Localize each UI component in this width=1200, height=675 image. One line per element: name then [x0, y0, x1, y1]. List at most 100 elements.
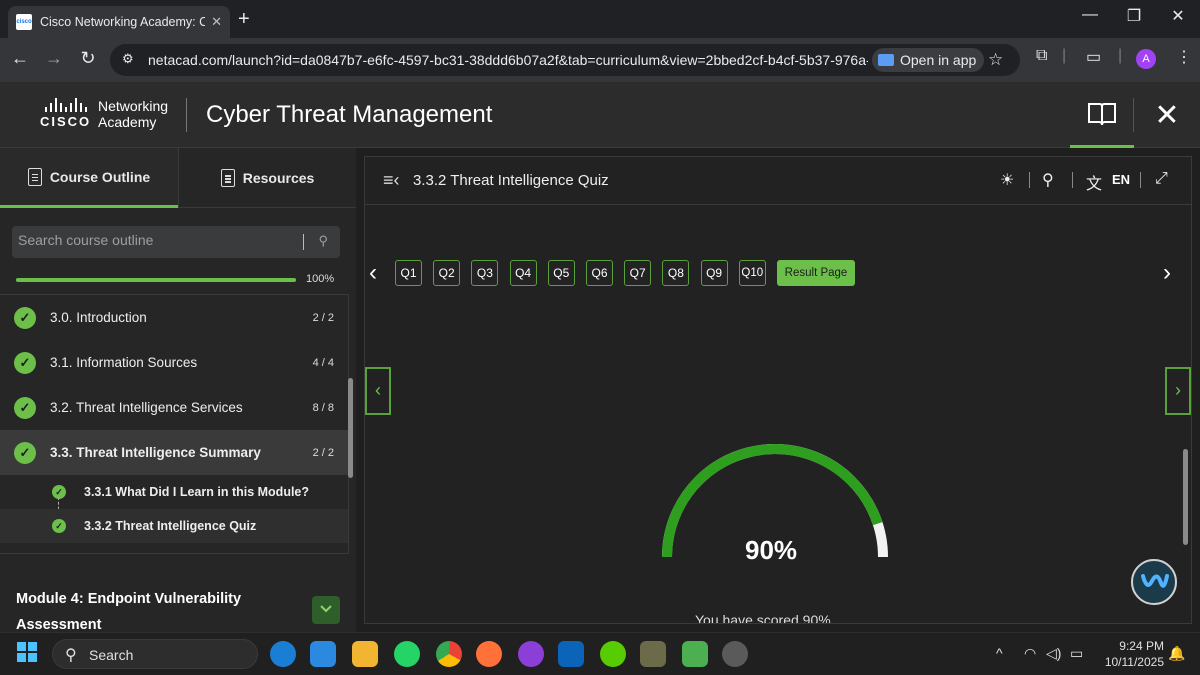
close-course-button[interactable]: ✕ [1134, 82, 1200, 148]
vscode-icon[interactable] [310, 641, 336, 667]
search-input[interactable] [18, 232, 288, 248]
url-text[interactable]: netacad.com/launch?id=da0847b7-e6fc-4597… [148, 52, 868, 68]
extensions-icon[interactable]: ⧉ [1036, 47, 1047, 65]
question-button-q2[interactable]: Q2 [433, 260, 461, 286]
check-icon: ✓ [52, 485, 66, 499]
tab-resources-label: Resources [242, 170, 315, 186]
outline-item-count: 2 / 2 [312, 446, 334, 459]
tab-close-icon[interactable]: ✕ [211, 14, 222, 30]
site-info-icon[interactable]: ⚙ [122, 51, 134, 67]
notification-bell-icon[interactable]: 🔔 [1168, 645, 1185, 662]
check-icon: ✓ [14, 306, 36, 329]
outline-item-3-0[interactable]: ✓ 3.0. Introduction 2 / 2 [0, 295, 348, 340]
language-selector[interactable]: EN [1112, 172, 1130, 187]
outline-item-count: 4 / 4 [312, 356, 334, 369]
whatsapp-icon[interactable] [394, 641, 420, 667]
question-button-q4[interactable]: Q4 [509, 260, 537, 286]
outline-subitem-3-3-1[interactable]: ✓ 3.3.1 What Did I Learn in this Module? [0, 475, 348, 519]
firefox-icon[interactable] [476, 641, 502, 667]
outline-subitem-3-3-2[interactable]: ✓ 3.3.2 Threat Intelligence Quiz [0, 509, 348, 543]
expand-module-button[interactable] [312, 596, 340, 624]
next-page-button[interactable]: › [1165, 367, 1191, 415]
duolingo-icon[interactable] [600, 641, 626, 667]
resources-icon [220, 169, 235, 187]
windows-start-icon[interactable] [16, 641, 42, 667]
webex-assistant-icon[interactable] [1131, 559, 1177, 605]
cast-icon[interactable]: ▭ [1086, 47, 1101, 67]
book-button[interactable] [1070, 82, 1134, 148]
tab-course-outline[interactable]: Course Outline [0, 148, 178, 208]
outline-search: ⚲ [12, 226, 340, 258]
question-button-q10[interactable]: Q10 [738, 260, 766, 286]
question-button-q3[interactable]: Q3 [471, 260, 499, 286]
check-icon: ✓ [14, 396, 36, 419]
minimize-button[interactable]: — [1068, 6, 1112, 24]
logo-line-1: Networking [98, 98, 169, 114]
progress-fill [16, 278, 296, 282]
score-value: 90% [745, 535, 798, 565]
tab-resources[interactable]: Resources [179, 148, 356, 208]
question-button-q9[interactable]: Q9 [700, 260, 728, 286]
content-scrollbar[interactable] [1183, 449, 1188, 545]
outline-list: ✓ 3.0. Introduction 2 / 2 ✓ 3.1. Informa… [0, 294, 348, 554]
lock-app-icon[interactable] [682, 641, 708, 667]
question-button-q1[interactable]: Q1 [395, 260, 422, 286]
taskbar-search[interactable]: ⚲ Search [52, 639, 258, 669]
bookmark-star-icon[interactable]: ☆ [988, 50, 1003, 70]
chrome-icon[interactable] [436, 641, 462, 667]
networking-academy-text: Networking Academy [98, 98, 168, 130]
window-close-button[interactable]: ✕ [1156, 6, 1200, 26]
wifi-icon[interactable]: ◠ [1024, 645, 1036, 662]
brightness-icon[interactable]: ☀ [1000, 170, 1014, 190]
collapse-menu-icon[interactable]: ≡‹ [383, 170, 400, 191]
back-button[interactable]: ← [8, 48, 32, 69]
cisco-networking-academy-logo[interactable]: CISCO Networking Academy [40, 98, 168, 130]
cisco-bars-icon [44, 98, 87, 112]
battery-icon[interactable]: ▭ [1070, 645, 1083, 662]
question-button-q5[interactable]: Q5 [547, 260, 575, 286]
volume-icon[interactable]: ◁) [1046, 645, 1061, 662]
outline-item-label: 3.0. Introduction [50, 310, 147, 325]
expand-icon[interactable]: ⤢ [1155, 170, 1168, 188]
maximize-button[interactable]: ❐ [1112, 6, 1156, 26]
translate-icon[interactable]: 文 [1086, 170, 1102, 194]
prev-page-button[interactable]: ‹ [365, 367, 391, 415]
windows-taskbar: ⚲ Search ^ ◠ ◁) ▭ 9:24 PM 10/11/2025 🔔 [0, 632, 1200, 675]
toolbar-separator [1072, 172, 1073, 188]
profile-avatar[interactable]: A [1136, 49, 1156, 69]
chrome-menu-icon[interactable]: ⋮ [1176, 47, 1192, 67]
cisco-wordmark: CISCO [40, 114, 92, 129]
outline-item-3-1[interactable]: ✓ 3.1. Information Sources 4 / 4 [0, 340, 348, 385]
question-button-q8[interactable]: Q8 [662, 260, 690, 286]
outline-item-count: 8 / 8 [312, 401, 334, 414]
omnibox[interactable]: ⚙ netacad.com/launch?id=da0847b7-e6fc-45… [110, 44, 1020, 76]
question-button-q7[interactable]: Q7 [624, 260, 652, 286]
media-player-icon[interactable] [722, 641, 748, 667]
module-4-heading[interactable]: Module 4: Endpoint Vulnerability Assessm… [16, 586, 266, 632]
question-button-q6[interactable]: Q6 [586, 260, 613, 286]
course-progress-bar [16, 278, 296, 282]
search-icon[interactable]: ⚲ [1042, 170, 1054, 190]
outlook-icon[interactable] [558, 641, 584, 667]
browser-tab[interactable]: cisco Cisco Networking Academy: Cy ✕ [8, 6, 230, 38]
reload-button[interactable]: ↻ [76, 48, 100, 69]
sidebar-scrollbar[interactable] [348, 378, 353, 478]
new-tab-button[interactable]: + [238, 8, 250, 31]
taskbar-search-label: Search [89, 647, 134, 663]
next-question-arrow[interactable]: › [1163, 259, 1171, 287]
open-in-app-button[interactable]: Open in app [872, 48, 985, 72]
file-explorer-icon[interactable] [352, 641, 378, 667]
prev-question-arrow[interactable]: ‹ [369, 259, 377, 287]
forward-button[interactable]: → [42, 48, 66, 69]
search-icon[interactable]: ⚲ [318, 233, 328, 249]
result-page-button[interactable]: Result Page [777, 260, 855, 286]
system-clock[interactable]: 9:24 PM 10/11/2025 [1096, 638, 1164, 670]
outline-item-label: 3.3. Threat Intelligence Summary [50, 445, 261, 460]
outline-item-3-3[interactable]: ✓ 3.3. Threat Intelligence Summary 2 / 2 [0, 430, 348, 475]
outline-item-3-2[interactable]: ✓ 3.2. Threat Intelligence Services 8 / … [0, 385, 348, 430]
show-hidden-icons-chevron-icon[interactable]: ^ [996, 645, 1003, 661]
edge-icon[interactable] [270, 641, 296, 667]
outline-subitem-label: 3.3.1 What Did I Learn in this Module? [84, 485, 310, 499]
app-icon[interactable] [640, 641, 666, 667]
tor-browser-icon[interactable] [518, 641, 544, 667]
